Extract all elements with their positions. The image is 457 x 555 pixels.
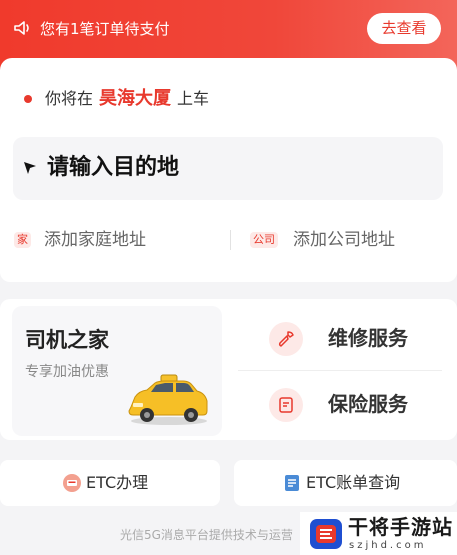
footer-credit: 光信5G消息平台提供技术与运营 [120,528,293,542]
bill-icon [285,475,299,491]
pickup-prefix: 你将在 [45,89,94,108]
megaphone-icon [14,21,29,35]
pickup-dot-icon [24,95,32,103]
insurance-service-button[interactable]: 保险服务 [328,391,408,417]
watermark-title: 干将手游站 [348,515,453,539]
destination-input[interactable]: 请输入目的地 [13,137,443,200]
taxi-car-icon [128,374,208,425]
driver-home-title: 司机之家 [25,328,109,352]
etc-bill-label: ETC账单查询 [306,473,401,492]
arrow-icon [24,162,36,174]
work-tag: 公司 [250,232,278,248]
etc-card-icon [63,474,81,492]
pickup-location[interactable]: 昊海大厦 [99,88,171,109]
add-work-address-button[interactable]: 添加公司地址 [293,229,395,251]
etc-apply-label: ETC办理 [86,473,149,492]
banner-message: 您有1笔订单待支付 [40,20,170,38]
watermark-logo-icon [310,519,342,549]
home-tag: 家 [14,232,31,248]
destination-placeholder: 请输入目的地 [47,155,180,180]
wrench-icon [269,322,303,356]
add-home-address-button[interactable]: 添加家庭地址 [44,229,146,251]
watermark-url: szjhd.com [349,540,427,551]
driver-home-subtitle: 专享加油优惠 [25,364,109,380]
repair-service-button[interactable]: 维修服务 [328,325,408,351]
pickup-line[interactable]: 你将在 昊海大厦 上车 [45,86,209,112]
view-order-button[interactable]: 去查看 [367,13,441,44]
insurance-icon [269,388,303,422]
shortcut-divider [230,230,231,250]
pickup-suffix: 上车 [177,89,210,108]
services-divider [238,370,442,371]
